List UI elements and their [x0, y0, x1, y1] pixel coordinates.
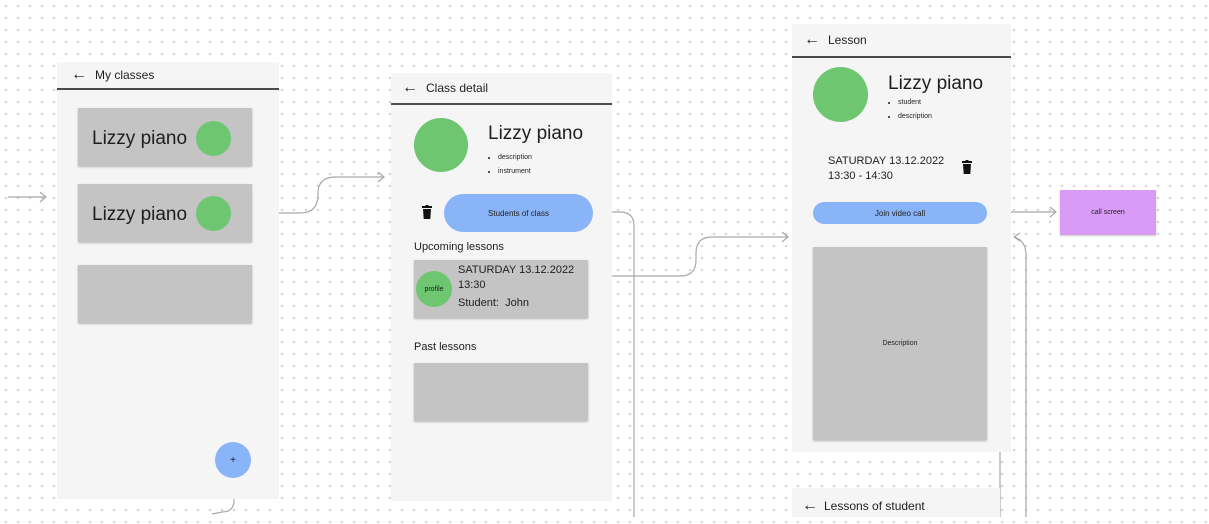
screen-title: My classes [95, 68, 155, 82]
bullet-item: student [898, 96, 932, 110]
class-card[interactable]: Lizzy piano [78, 108, 252, 166]
join-video-call-button[interactable]: Join video call [813, 202, 987, 224]
class-card-label: Lizzy piano [92, 204, 188, 225]
class-avatar [196, 196, 231, 231]
class-detail-screen: ← Class detail Lizzy piano description i… [391, 73, 612, 501]
lesson-date: SATURDAY 13.12.2022 [828, 155, 945, 167]
call-screen-label: call screen [1091, 209, 1125, 216]
description-label: Description [882, 340, 918, 347]
upcoming-lesson-card[interactable]: profile SATURDAY 13.12.2022 13:30 Studen… [414, 260, 588, 318]
lessons-of-student-screen: ← Lessons of student [792, 488, 1000, 517]
arrow-left-icon[interactable]: ← [402, 80, 418, 96]
screen-header: ← Class detail [391, 73, 612, 105]
call-screen-node[interactable]: call screen [1060, 190, 1156, 235]
arrow-left-icon[interactable]: ← [804, 32, 820, 48]
class-card-label: Lizzy piano [92, 128, 188, 149]
upcoming-lessons-heading: Upcoming lessons [414, 241, 504, 253]
trash-icon[interactable] [962, 160, 972, 174]
class-card-placeholder[interactable] [78, 265, 252, 323]
profile-avatar: profile [416, 271, 452, 307]
class-info-list: description instrument [488, 151, 532, 179]
add-class-button[interactable]: + [215, 442, 251, 478]
lesson-datetime: SATURDAY 13.12.2022 13:30 [458, 264, 575, 291]
trash-icon[interactable] [422, 205, 432, 219]
class-avatar [414, 118, 468, 172]
screen-title: Lesson [828, 33, 867, 47]
bullet-item: description [898, 110, 932, 124]
screen-header: ← My classes [57, 62, 279, 90]
past-lesson-card[interactable] [414, 363, 588, 421]
lesson-info-list: student description [888, 96, 932, 124]
screen-header: ← Lessons of student [792, 488, 1000, 524]
bullet-item: description [498, 151, 532, 165]
avatar-label: profile [424, 285, 444, 293]
my-classes-screen: ← My classes Lizzy piano Lizzy piano + [57, 62, 279, 499]
students-of-class-button[interactable]: Students of class [444, 194, 593, 232]
description-box: Description [813, 247, 987, 440]
screen-header: ← Lesson [792, 24, 1011, 58]
class-name: Lizzy piano [888, 73, 984, 94]
lesson-student: Student: John [458, 297, 529, 309]
past-lessons-heading: Past lessons [414, 341, 477, 353]
lesson-time: 13:30 - 14:30 [828, 170, 893, 182]
class-card[interactable]: Lizzy piano [78, 184, 252, 242]
arrow-left-icon[interactable]: ← [71, 67, 87, 83]
bullet-item: instrument [498, 165, 532, 179]
screen-title: Lessons of student [824, 499, 925, 513]
arrow-left-icon[interactable]: ← [802, 498, 818, 514]
plus-icon: + [230, 454, 236, 466]
lesson-avatar [813, 67, 868, 122]
class-avatar [196, 121, 231, 156]
lesson-screen: ← Lesson Lizzy piano student description… [792, 24, 1011, 452]
screen-title: Class detail [426, 81, 489, 95]
class-name: Lizzy piano [488, 123, 584, 144]
